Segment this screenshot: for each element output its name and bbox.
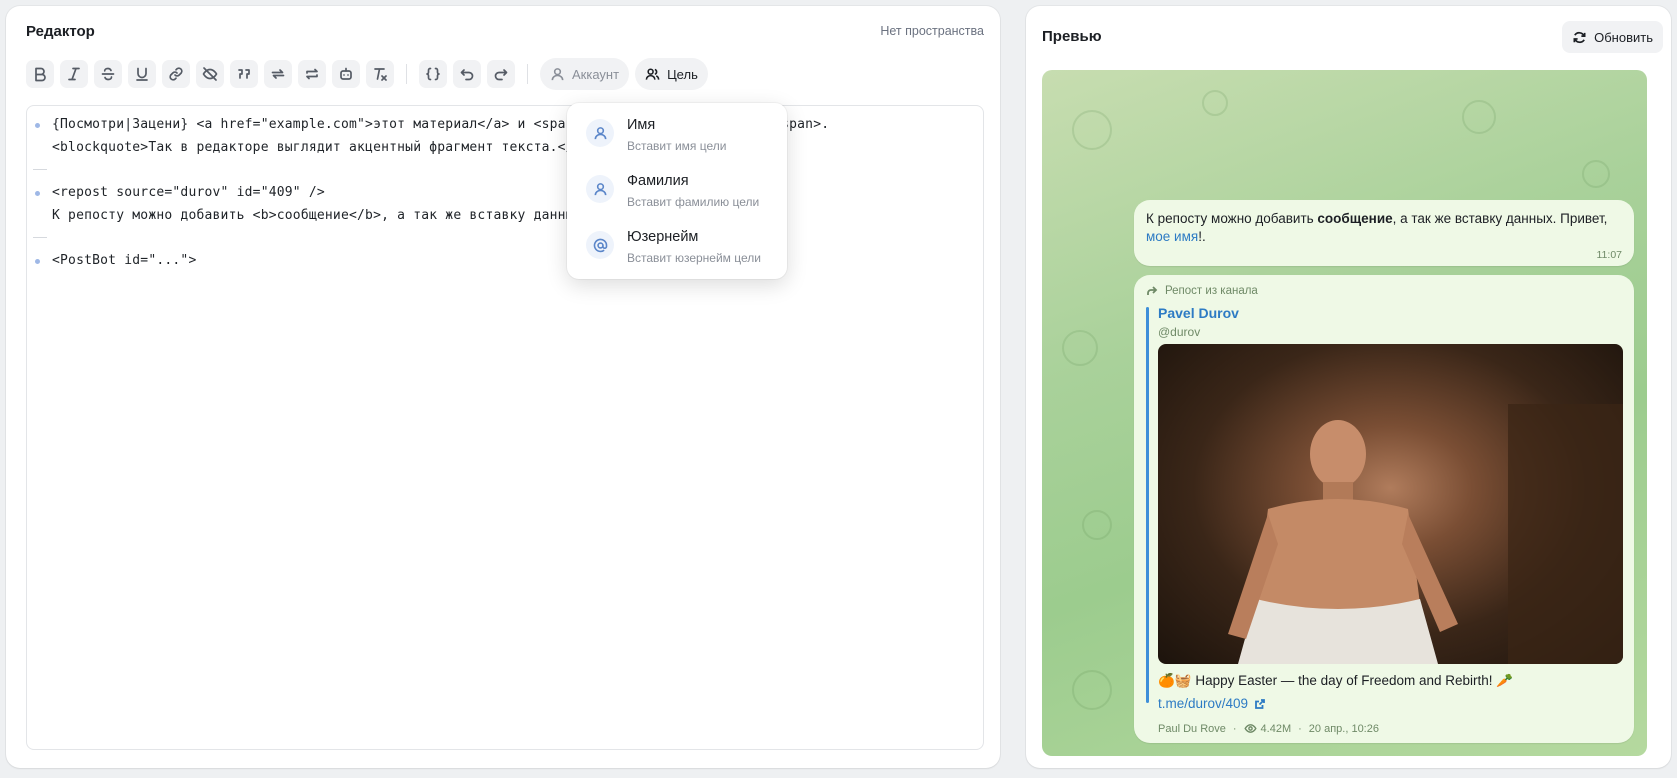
user-icon [594, 182, 606, 195]
italic-icon [68, 67, 80, 81]
undo-button[interactable] [453, 60, 481, 88]
editor-toolbar: Аккаунт Цель [26, 57, 714, 91]
preview-title: Превью [1042, 28, 1102, 45]
repost-alt-icon [306, 68, 318, 80]
underline-button[interactable] [128, 60, 156, 88]
message-time: 11:07 [1596, 249, 1623, 261]
background-doodle [1062, 330, 1098, 366]
message-bold: сообщение [1317, 211, 1393, 226]
repost-meta: Paul Du Rove · 4.42M · 20 апр., 10:26 [1158, 722, 1379, 735]
bot-icon [340, 67, 352, 80]
message-text: К репосту можно добавить сообщение, а та… [1146, 211, 1608, 244]
editor-title: Редактор [26, 23, 95, 40]
dropdown-item-subtitle: Вставит имя цели [627, 139, 727, 153]
line-bullet [35, 191, 40, 196]
refresh-button[interactable]: Обновить [1562, 21, 1663, 53]
undo-icon [460, 69, 474, 81]
spoiler-icon [202, 67, 218, 81]
repost-link[interactable]: t.me/durov/409 [1158, 696, 1266, 711]
photo-illustration [1228, 404, 1623, 664]
message-link[interactable]: мое имя [1146, 229, 1198, 244]
repost-caption: 🍊🧺 Happy Easter — the day of Freedom and… [1158, 673, 1514, 688]
underline-icon [136, 67, 148, 81]
clear-format-icon [374, 68, 387, 81]
background-doodle [1202, 90, 1228, 116]
background-doodle [1072, 670, 1112, 710]
chat-background: К репосту можно добавить сообщение, а та… [1042, 70, 1647, 756]
editor-line: <PostBot id="..."> [52, 253, 197, 268]
repost-bubble: Репост из канала Pavel Durov @durov 🍊🧺 H… [1134, 275, 1634, 743]
space-label: Нет пространства [880, 24, 984, 38]
repost-author[interactable]: Pavel Durov [1158, 305, 1239, 321]
background-doodle [1072, 110, 1112, 150]
forward-icon [1147, 286, 1158, 295]
quote-bar [1146, 307, 1149, 703]
repost-views: 4.42M [1260, 722, 1292, 735]
spoiler-button[interactable] [196, 60, 224, 88]
editor-line: К репосту можно добавить <b>сообщение</b… [52, 208, 582, 223]
bot-button[interactable] [332, 60, 360, 88]
dropdown-item-title: Юзернейм [627, 229, 699, 245]
repost-photo[interactable] [1158, 344, 1623, 664]
clear-format-button[interactable] [366, 60, 394, 88]
refresh-icon [1573, 31, 1586, 43]
bold-button[interactable] [26, 60, 54, 88]
line-bullet [35, 123, 40, 128]
external-link-icon [1255, 698, 1265, 709]
target-dropdown: Имя Вставит имя цели Фамилия Вставит фам… [567, 103, 787, 279]
editor-textarea[interactable]: {Посмотри|Зацени} <a href="example.com">… [26, 105, 984, 750]
target-button[interactable]: Цель [635, 58, 708, 90]
line-bullet [35, 259, 40, 264]
repost-alt-button[interactable] [298, 60, 326, 88]
refresh-label: Обновить [1594, 29, 1653, 45]
account-label: Аккаунт [572, 66, 620, 82]
repost-date: 20 апр., 10:26 [1308, 722, 1379, 735]
toolbar-separator [527, 64, 528, 84]
eye-icon [1243, 724, 1257, 733]
dropdown-item-subtitle: Вставит юзернейм цели [627, 251, 761, 265]
repost-button[interactable] [264, 60, 292, 88]
strikethrough-icon [101, 67, 115, 81]
link-button[interactable] [162, 60, 190, 88]
preview-panel: Превью Обновить К репосту можно добавить… [1026, 6, 1671, 768]
account-button[interactable]: Аккаунт [540, 58, 630, 90]
message-bubble: К репосту можно добавить сообщение, а та… [1134, 200, 1634, 266]
dropdown-item-last-name[interactable]: Фамилия Вставит фамилию цели [577, 163, 777, 215]
editor-line: {Посмотри|Зацени} <a href="example.com">… [52, 117, 574, 132]
link-icon [169, 67, 183, 81]
background-doodle [1082, 510, 1112, 540]
dropdown-item-title: Имя [627, 117, 656, 133]
background-doodle [1582, 160, 1610, 188]
redo-icon [494, 69, 508, 81]
toolbar-separator [406, 64, 407, 84]
italic-button[interactable] [60, 60, 88, 88]
block-divider [33, 237, 47, 238]
repost-icon [271, 69, 285, 79]
code-button[interactable] [419, 60, 447, 88]
redo-button[interactable] [487, 60, 515, 88]
quote-button[interactable] [230, 60, 258, 88]
bold-icon [35, 67, 46, 82]
repost-handle: @durov [1158, 325, 1201, 339]
at-icon [593, 238, 607, 252]
dropdown-item-subtitle: Вставит фамилию цели [627, 195, 760, 209]
dropdown-item-first-name[interactable]: Имя Вставит имя цели [577, 107, 777, 159]
repost-signature: Paul Du Rove [1158, 722, 1226, 735]
block-divider [33, 169, 47, 170]
users-icon [645, 67, 660, 80]
user-icon [551, 67, 564, 80]
repost-label: Репост из канала [1146, 285, 1258, 297]
editor-line: <blockquote>Так в редакторе выглядит акц… [52, 140, 582, 155]
code-icon [426, 67, 440, 81]
editor-line: <repost source="durov" id="409" /> [52, 185, 325, 200]
dropdown-item-username[interactable]: Юзернейм Вставит юзернейм цели [577, 219, 777, 271]
user-icon [594, 126, 606, 139]
strikethrough-button[interactable] [94, 60, 122, 88]
background-doodle [1462, 100, 1496, 134]
editor-panel: Редактор Нет пространства Аккаунт Цель {… [6, 6, 1000, 768]
target-label: Цель [667, 66, 698, 82]
dropdown-item-title: Фамилия [627, 173, 689, 189]
quote-icon [238, 69, 250, 79]
